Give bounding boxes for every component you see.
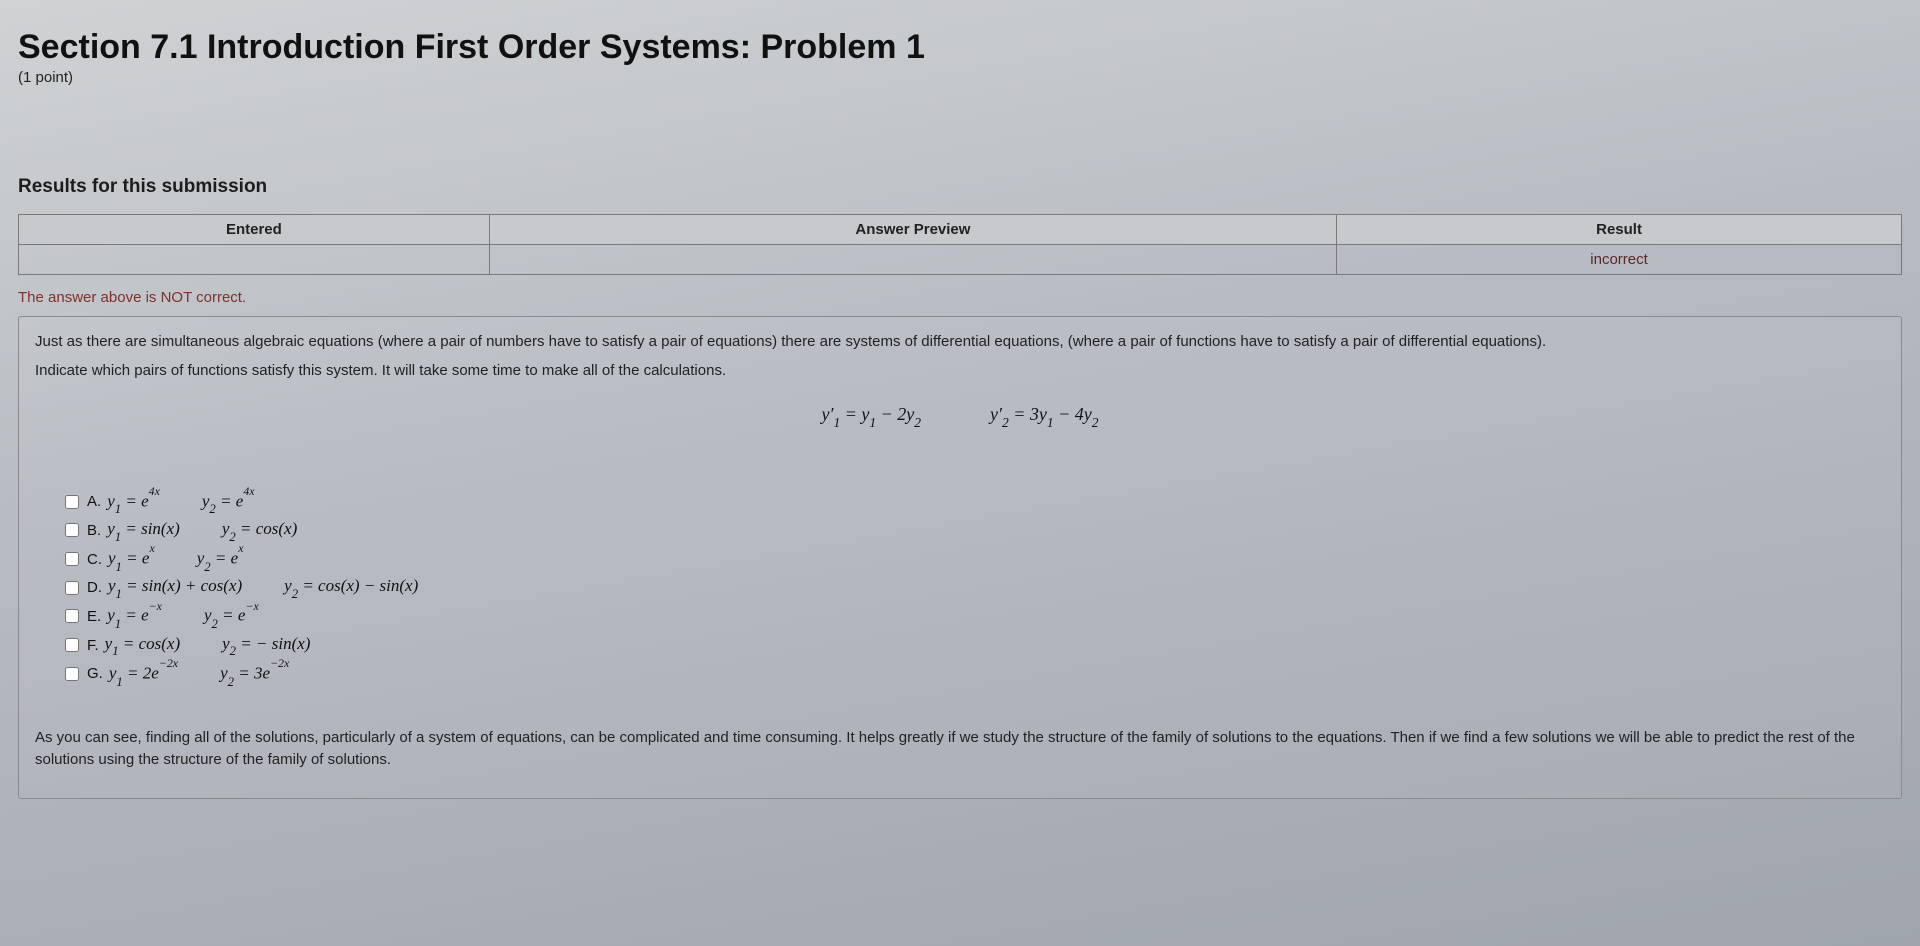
option-c-y2: y2 = ex	[197, 546, 244, 572]
checkbox-d[interactable]	[65, 581, 79, 595]
option-d-y2: y2 = cos(x) − sin(x)	[284, 576, 418, 599]
option-letter: F.	[87, 637, 99, 654]
system-equations: y′1 = y1 − 2y2 y′2 = 3y1 − 4y2	[35, 404, 1885, 429]
col-result: Result	[1337, 215, 1902, 245]
option-a-y2: y2 = e4x	[202, 489, 255, 515]
option-g-y1: y1 = 2e−2x	[109, 661, 178, 687]
col-entered: Entered	[19, 215, 490, 245]
option-f-y2: y2 = − sin(x)	[222, 634, 310, 657]
option-letter: D.	[87, 579, 102, 596]
problem-intro-1: Just as there are simultaneous algebraic…	[35, 331, 1885, 354]
option-e-y1: y1 = e−x	[107, 603, 162, 629]
checkbox-f[interactable]	[65, 638, 79, 652]
option-c[interactable]: C. y1 = ex y2 = ex	[65, 546, 1885, 572]
cell-result: incorrect	[1337, 245, 1902, 275]
system-eq-2: y′2 = 3y1 − 4y2	[990, 404, 1099, 424]
not-correct-message: The answer above is NOT correct.	[18, 289, 1902, 306]
options-list: A. y1 = e4x y2 = e4x B. y1 = sin(x) y2 =…	[65, 489, 1885, 687]
option-b-y1: y1 = sin(x)	[107, 519, 180, 542]
option-d-y1: y1 = sin(x) + cos(x)	[108, 576, 242, 599]
option-a-y1: y1 = e4x	[107, 489, 160, 515]
checkbox-a[interactable]	[65, 495, 79, 509]
col-preview: Answer Preview	[489, 215, 1336, 245]
option-letter: B.	[87, 522, 101, 539]
points-label: (1 point)	[18, 69, 1902, 86]
results-heading: Results for this submission	[18, 176, 1902, 198]
problem-box: Just as there are simultaneous algebraic…	[18, 316, 1902, 799]
option-e-y2: y2 = e−x	[204, 603, 259, 629]
option-e[interactable]: E. y1 = e−x y2 = e−x	[65, 603, 1885, 629]
option-c-y1: y1 = ex	[108, 546, 155, 572]
closing-paragraph: As you can see, finding all of the solut…	[35, 727, 1885, 772]
option-a[interactable]: A. y1 = e4x y2 = e4x	[65, 489, 1885, 515]
checkbox-c[interactable]	[65, 552, 79, 566]
option-f-y1: y1 = cos(x)	[105, 634, 180, 657]
option-letter: A.	[87, 493, 101, 510]
table-header-row: Entered Answer Preview Result	[19, 215, 1902, 245]
checkbox-e[interactable]	[65, 609, 79, 623]
option-letter: C.	[87, 551, 102, 568]
cell-preview	[489, 245, 1336, 275]
checkbox-b[interactable]	[65, 523, 79, 537]
option-g[interactable]: G. y1 = 2e−2x y2 = 3e−2x	[65, 661, 1885, 687]
system-eq-1: y′1 = y1 − 2y2	[822, 404, 926, 424]
checkbox-g[interactable]	[65, 667, 79, 681]
option-g-y2: y2 = 3e−2x	[220, 661, 289, 687]
table-row: incorrect	[19, 245, 1902, 275]
option-letter: G.	[87, 665, 103, 682]
results-table: Entered Answer Preview Result incorrect	[18, 214, 1902, 275]
option-letter: E.	[87, 608, 101, 625]
option-f[interactable]: F. y1 = cos(x) y2 = − sin(x)	[65, 634, 1885, 657]
problem-intro-2: Indicate which pairs of functions satisf…	[35, 360, 1885, 383]
page-title: Section 7.1 Introduction First Order Sys…	[18, 28, 1902, 67]
cell-entered	[19, 245, 490, 275]
option-b-y2: y2 = cos(x)	[222, 519, 297, 542]
option-d[interactable]: D. y1 = sin(x) + cos(x) y2 = cos(x) − si…	[65, 576, 1885, 599]
option-b[interactable]: B. y1 = sin(x) y2 = cos(x)	[65, 519, 1885, 542]
